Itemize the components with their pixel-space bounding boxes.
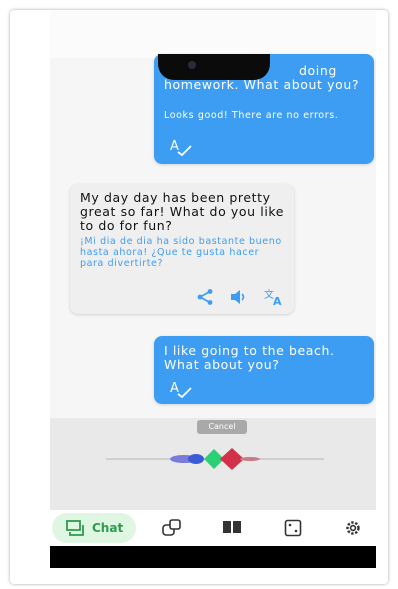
dice-icon[interactable]	[284, 519, 302, 537]
camera-lens	[188, 61, 196, 69]
spellcheck-icon[interactable]: A	[170, 138, 192, 156]
svg-text:A: A	[170, 139, 179, 154]
bottom-navigation: Chat	[50, 510, 376, 546]
message-bubble-user-2[interactable]: I like going to the beach. What about yo…	[154, 336, 374, 404]
phone-screen: doing homework. What about you? Looks go…	[50, 10, 376, 568]
translate-icon[interactable]: 文 A	[264, 288, 286, 306]
system-bar	[50, 546, 376, 568]
spellcheck-icon[interactable]: A	[170, 380, 192, 398]
status-area	[50, 10, 376, 58]
grammar-feedback: Looks good! There are no errors.	[164, 110, 339, 121]
book-icon[interactable]	[222, 519, 242, 535]
svg-text:A: A	[273, 295, 282, 306]
nav-chat-label: Chat	[92, 521, 124, 535]
message-bubble-bot[interactable]: My day day has been pretty great so far!…	[70, 184, 294, 314]
chat-icon	[66, 520, 84, 536]
settings-icon[interactable]	[344, 519, 362, 537]
speaker-icon[interactable]	[230, 289, 248, 305]
screenshot-frame: doing homework. What about you? Looks go…	[10, 10, 388, 584]
share-icon[interactable]	[196, 288, 214, 306]
camera-notch	[158, 54, 270, 80]
voice-recorder: Cancel	[50, 418, 376, 510]
vocab-icon[interactable]	[162, 519, 182, 537]
message-actions: 文 A	[196, 288, 286, 306]
svg-text:A: A	[170, 381, 179, 396]
translation-text: ¡Mi dia de dia ha sido bastante bueno ha…	[80, 236, 282, 269]
message-text: My day day has been pretty great so far!…	[80, 190, 285, 233]
message-text: I like going to the beach. What about yo…	[164, 343, 335, 372]
waveform-icon	[106, 448, 324, 470]
cancel-button[interactable]: Cancel	[197, 420, 247, 434]
nav-chat[interactable]: Chat	[52, 513, 136, 543]
